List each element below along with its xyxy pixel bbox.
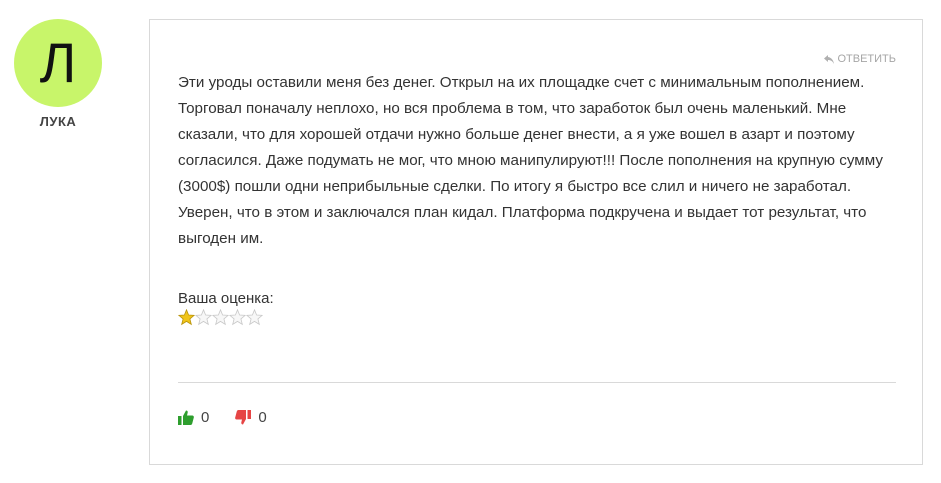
vote-bar: 0 0 [178,409,293,426]
review-card: ОТВЕТИТЬ Эти уроды оставили меня без ден… [149,19,923,465]
like-button[interactable]: 0 [178,409,209,426]
star-rating[interactable] [178,309,274,326]
review-text: Эти уроды оставили меня без денег. Откры… [178,74,883,247]
rating-label: Ваша оценка: [178,290,274,307]
avatar: Л [14,19,102,107]
star-empty-icon[interactable] [229,309,246,326]
thumbs-up-icon [178,410,194,425]
reply-label: ОТВЕТИТЬ [837,53,896,65]
dislike-count: 0 [258,409,267,426]
rating-block: Ваша оценка: [178,290,274,326]
star-empty-icon[interactable] [195,309,212,326]
divider [178,382,896,383]
star-empty-icon[interactable] [212,309,229,326]
star-empty-icon[interactable] [246,309,263,326]
like-count: 0 [201,409,210,426]
reply-button[interactable]: ОТВЕТИТЬ [824,53,896,65]
reply-arrow-icon [824,54,835,64]
dislike-button[interactable]: 0 [235,409,267,426]
star-filled-icon[interactable] [178,309,195,326]
author-block: Л ЛУКА [14,19,102,129]
avatar-initial: Л [39,31,77,94]
thumbs-down-icon [235,410,252,425]
author-name: ЛУКА [39,114,77,129]
